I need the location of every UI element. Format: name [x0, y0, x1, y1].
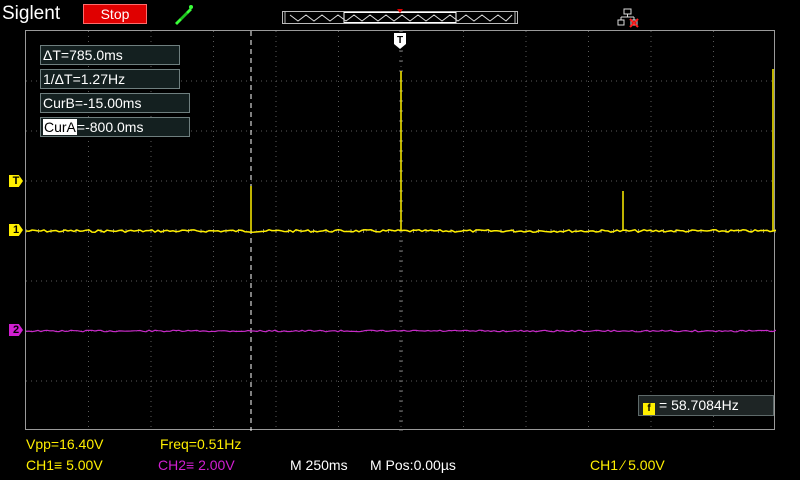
delta-t-readout: ΔT=785.0ms: [40, 45, 180, 65]
cursor-a-readout[interactable]: CurA=-800.0ms: [40, 117, 190, 137]
trigger-position-icon[interactable]: T: [393, 32, 407, 49]
cursor-b-label: CurB: [43, 95, 75, 111]
horizontal-position[interactable]: M Pos:0.00µs: [370, 457, 456, 473]
cursor-b-value: =-15.00ms: [74, 95, 142, 111]
cursor-b-readout: CurB=-15.00ms: [40, 93, 190, 113]
timebase[interactable]: M 250ms: [290, 457, 348, 473]
trigger-level-marker[interactable]: T: [9, 175, 23, 187]
frequency-counter: f = 58.7084Hz: [638, 395, 774, 416]
ch1-marker[interactable]: 1: [9, 224, 23, 236]
graticule: [26, 31, 776, 431]
ch2-marker[interactable]: 2: [9, 324, 23, 336]
frequency-value: = 58.7084Hz: [659, 397, 739, 413]
run-stop-status[interactable]: Stop: [83, 4, 147, 24]
brand-logo: Siglent: [2, 3, 61, 24]
ch2-scale[interactable]: CH2≡ 2.00V: [158, 457, 235, 473]
network-icon: [617, 8, 639, 28]
probe-icon: [175, 5, 193, 25]
memory-timeline-icon: [282, 9, 518, 24]
frequency-icon: f: [643, 403, 655, 415]
waveform-display[interactable]: ΔT=785.0ms 1/ΔT=1.27Hz CurB=-15.00ms Cur…: [25, 30, 776, 431]
ch1-scale[interactable]: CH1≡ 5.00V: [26, 457, 103, 473]
trigger-position-label: T: [397, 35, 403, 46]
trigger-settings[interactable]: CH1 ∕ 5.00V: [590, 457, 665, 473]
cursor-a-label[interactable]: CurA: [43, 119, 77, 135]
inverse-delta-t-readout: 1/ΔT=1.27Hz: [40, 69, 180, 89]
cursor-a-value: =-800.0ms: [76, 119, 144, 135]
vpp-measurement: Vpp=16.40V: [26, 436, 104, 452]
top-bar: Siglent Stop: [0, 0, 800, 30]
freq-measurement: Freq=0.51Hz: [160, 436, 242, 452]
